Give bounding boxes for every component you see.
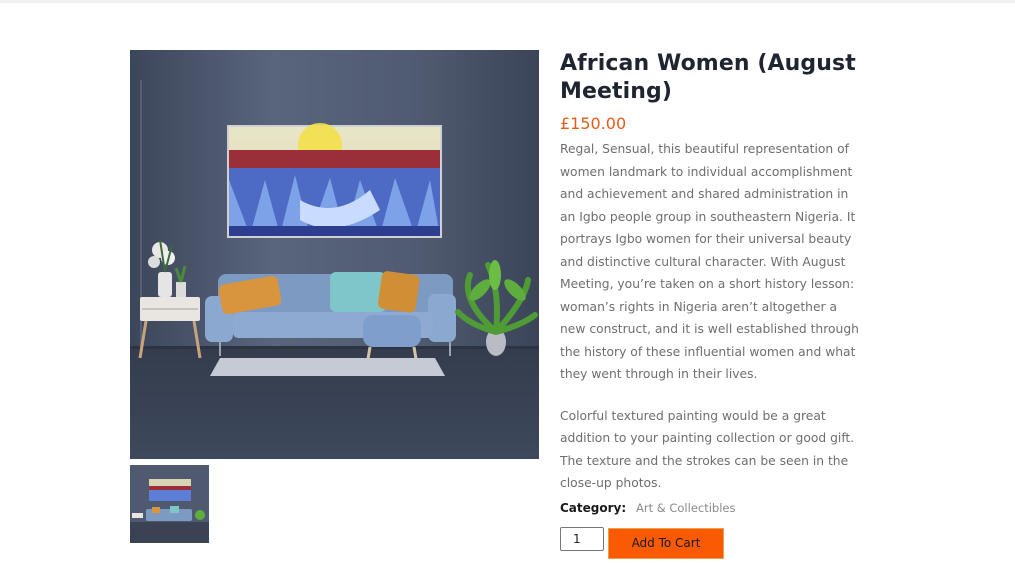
add-to-cart-button[interactable]: Add To Cart <box>608 528 724 559</box>
description-paragraph: Colorful textured painting would be a gr… <box>560 408 855 491</box>
top-divider <box>0 0 1015 3</box>
thumbnail-illustration <box>130 465 209 543</box>
category-link[interactable]: Art & Collectibles <box>636 501 736 515</box>
product-details: African Women (August Meeting) £150.00 R… <box>560 50 860 495</box>
product-description: Regal, Sensual, this beautiful represent… <box>560 138 860 495</box>
product-title: African Women (August Meeting) <box>560 51 856 104</box>
room-scene-illustration <box>130 50 539 459</box>
product-category: Category: Art & Collectibles <box>560 500 736 516</box>
description-paragraph: Regal, Sensual, this beautiful represent… <box>560 142 859 381</box>
category-label: Category: <box>560 501 627 515</box>
product-thumbnail[interactable] <box>130 465 209 543</box>
product-price: £150.00 <box>560 114 627 133</box>
quantity-input[interactable] <box>560 527 604 551</box>
product-main-image[interactable] <box>130 50 539 459</box>
painting <box>227 123 442 238</box>
